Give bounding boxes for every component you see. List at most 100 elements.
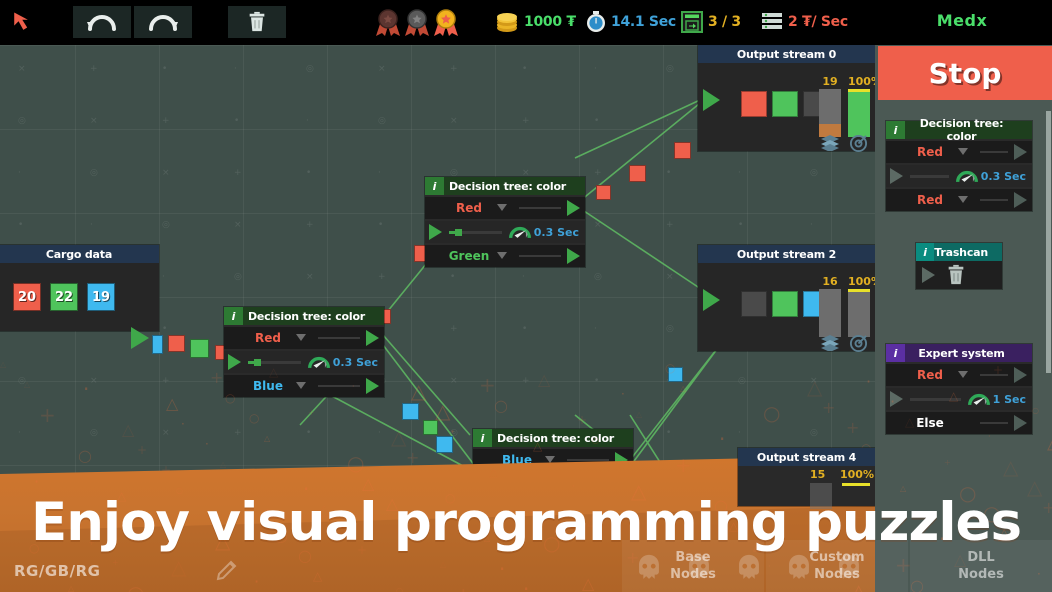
node-input-arrow[interactable] [890,391,903,407]
chevron-down-icon[interactable] [497,204,507,211]
chevron-down-icon[interactable] [497,252,507,259]
palette-node-expert-system[interactable]: iExpert system Red 1 SecElse [886,344,1032,434]
color-dropdown[interactable]: Blue [224,376,312,396]
delay-slider[interactable] [910,175,949,178]
node-output-arrow[interactable] [1014,192,1027,208]
info-icon[interactable]: i [224,307,243,325]
node-title: Decision tree: color [905,117,1032,143]
color-dropdown[interactable]: Green [425,246,513,266]
color-dropdown[interactable]: Red [886,365,974,385]
node-input-arrow[interactable] [228,354,241,370]
node-condition-row[interactable]: Green [425,245,585,267]
cargo-cube[interactable]: 19 [87,283,115,311]
pencil-icon[interactable] [215,558,239,582]
cargo-output-arrow[interactable] [131,327,149,349]
info-icon[interactable]: i [886,344,905,362]
cargo-cube[interactable]: 20 [13,283,41,311]
delay-slider[interactable] [449,231,502,234]
chevron-down-icon[interactable] [296,382,306,389]
cursor-arrow-icon[interactable] [10,8,40,38]
layers-icon[interactable] [820,135,840,151]
node-delay-row[interactable]: 1 Sec [886,388,1032,410]
chevron-down-icon[interactable] [958,371,968,378]
stop-button[interactable]: Stop [878,46,1052,100]
layers-icon[interactable] [820,335,840,351]
node-output-stream-2[interactable]: Output stream 216100% [698,245,875,351]
node-decision-tree-left[interactable]: iDecision tree: colorRed0.3 SecBlue [224,307,384,397]
output-chip [772,91,798,117]
wire [567,459,609,461]
cargo-packet [190,339,209,358]
node-condition-row[interactable]: Red [224,327,384,349]
node-else-row[interactable]: Else [886,412,1032,434]
node-title: Cargo data [0,248,159,261]
node-output-arrow[interactable] [366,330,379,346]
node-cargo-data[interactable]: Cargo data 20 22 19 [0,245,159,331]
info-icon[interactable]: i [473,429,492,447]
server-icon [760,10,784,34]
node-output-arrow[interactable] [366,378,379,394]
node-delay-row[interactable]: 0.3 Sec [224,351,384,373]
chevron-down-icon[interactable] [296,334,306,341]
node-category-tab[interactable]: BaseNodes [622,540,764,592]
node-output-stream-0[interactable]: Output stream 019100% [698,45,875,151]
color-dropdown[interactable]: Red [425,198,513,218]
node-condition-row[interactable]: Red [886,141,1032,163]
delete-button[interactable] [228,6,286,38]
gold-medal-icon[interactable] [432,8,460,38]
cargo-packet [152,335,163,354]
delay-slider[interactable] [910,398,961,401]
node-input-arrow[interactable] [429,224,442,240]
cargo-cube[interactable]: 22 [50,283,78,311]
color-dropdown[interactable]: Red [224,328,312,348]
color-dropdown[interactable]: Red [886,190,974,210]
delay-slider[interactable] [248,361,301,364]
node-input-arrow[interactable] [703,89,720,111]
node-output-arrow[interactable] [1014,367,1027,383]
node-input-arrow[interactable] [890,168,903,184]
chevron-down-icon[interactable] [545,456,555,463]
cargo-packet [596,185,611,200]
chevron-down-icon[interactable] [958,148,968,155]
node-category-tab[interactable]: DLLNodes [910,540,1052,592]
dropdown-value: Blue [253,379,283,393]
profile-name[interactable]: Medx [886,11,1038,30]
palette-node-decision-tree[interactable]: iDecision tree: colorRed0.3 SecRed [886,121,1032,211]
target-icon[interactable] [849,134,868,153]
node-condition-row[interactable]: Red [886,189,1032,211]
node-header: iExpert system [886,344,1032,362]
game-screen: ×+•·◎×+•·◎×+◎×+•·◎×+•·◎×·◎×+•·◎×+•·◎•·◎×… [0,0,1052,592]
undo-button[interactable] [73,6,131,38]
node-condition-row[interactable]: Red [886,364,1032,386]
palette-node-trashcan[interactable]: i Trashcan [916,243,1002,289]
node-output-arrow[interactable] [1014,415,1027,431]
info-icon[interactable]: i [425,177,444,195]
node-category-tab[interactable]: CustomNodes [766,540,908,592]
node-header: iDecision tree: color [473,429,633,447]
target-icon[interactable] [849,334,868,353]
node-input-arrow[interactable] [922,267,935,283]
stopwatch-icon [585,10,607,34]
node-delay-row[interactable]: 0.3 Sec [886,165,1032,187]
node-output-arrow[interactable] [567,200,580,216]
chevron-down-icon[interactable] [958,196,968,203]
bronze-medal-icon[interactable] [374,8,402,38]
color-dropdown[interactable]: Red [886,142,974,162]
info-icon[interactable]: i [886,121,905,139]
tab-label-line1: Base [675,549,710,566]
node-decision-tree-top[interactable]: iDecision tree: colorRed0.3 SecGreen [425,177,585,267]
node-output-stream-4[interactable]: Output stream 4 15 100% [738,448,875,506]
sidebar-scrollbar[interactable] [1046,111,1051,373]
node-output-arrow[interactable] [1014,144,1027,160]
info-icon[interactable]: i [916,243,934,261]
output-count: 15 [810,468,825,481]
node-input-arrow[interactable] [703,289,720,311]
wire [980,374,1008,376]
node-delay-row[interactable]: 0.3 Sec [425,221,585,243]
node-title: Trashcan [934,246,1002,259]
node-condition-row[interactable]: Red [425,197,585,219]
node-condition-row[interactable]: Blue [224,375,384,397]
silver-medal-icon[interactable] [403,8,431,38]
redo-button[interactable] [134,6,192,38]
node-output-arrow[interactable] [567,248,580,264]
